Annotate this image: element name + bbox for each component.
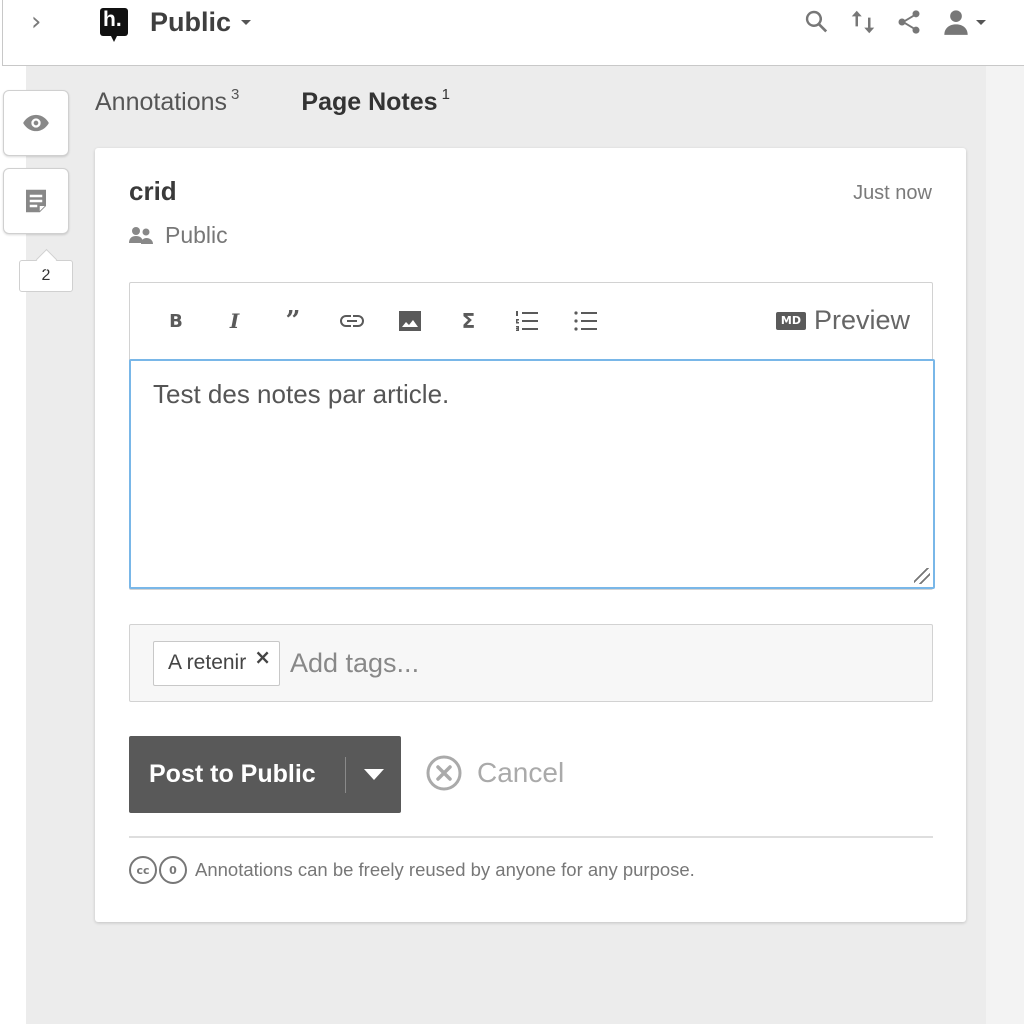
numbered-list-icon[interactable] [509,303,545,339]
top-bar-actions [800,2,990,42]
license-text: Annotations can be freely reused by anyo… [195,859,695,880]
tab-annotations-count: 3 [231,86,240,103]
note-timestamp[interactable]: Just now [853,182,932,205]
creative-commons-icon[interactable]: cc 0 [129,856,187,884]
cc-zero-icon: 0 [159,856,187,884]
group-menu[interactable]: Public [150,4,252,40]
italic-icon[interactable]: I [217,303,253,339]
caret-down-icon [363,769,384,780]
note-text-area[interactable]: Test des notes par article. [129,359,935,589]
note-icon [26,189,46,213]
scrollbar-track[interactable] [986,66,1024,1024]
toggle-highlights-button[interactable] [3,90,69,156]
top-bar: › h. Public [2,0,1024,66]
tab-page-notes[interactable]: Page Notes 1 [301,86,450,117]
user-icon[interactable] [938,5,990,39]
footer-divider [129,836,933,838]
note-text: Test des notes par article. [153,379,450,409]
cancel-label: Cancel [477,757,565,788]
chevron-down-icon [241,19,252,25]
markdown-editor: B I ” Σ MD Preview Test des notes par ar… [129,282,935,590]
collapse-sidebar-button[interactable]: › [31,8,53,38]
preview-button[interactable]: MD Preview [775,305,910,336]
search-icon[interactable] [800,5,834,39]
bold-icon[interactable]: B [158,303,194,339]
post-button-label: Post to Public [149,760,316,788]
tab-page-notes-count: 1 [441,86,450,103]
cancel-circle-icon [426,755,462,791]
show-notes-button[interactable] [3,168,69,234]
tab-annotations[interactable]: Annotations 3 [95,86,240,117]
share-icon[interactable] [892,5,926,39]
markdown-icon: MD [775,311,806,330]
privacy-label: Public [165,222,228,248]
annotation-count-badge[interactable]: 2 [19,260,73,292]
bulleted-list-icon[interactable] [568,303,604,339]
sort-icon[interactable] [846,5,880,39]
group-icon [129,226,153,244]
eye-icon [23,114,49,132]
note-privacy: Public [129,222,228,249]
math-icon[interactable]: Σ [451,303,487,339]
quote-icon[interactable]: ” [275,303,311,339]
image-icon[interactable] [392,303,428,339]
remove-tag-button[interactable]: × [254,645,271,669]
hypothesis-logo[interactable]: h. [100,8,128,36]
tags-input-field[interactable]: A retenir × [129,624,933,702]
page-note-card: crid Just now Public B I ” Σ MD Preview … [95,148,966,922]
add-tags-input[interactable] [289,647,590,679]
note-author[interactable]: crid [129,176,177,207]
license-notice: cc 0 Annotations can be freely reused by… [129,856,695,884]
cancel-button[interactable]: Cancel [425,754,564,792]
tab-annotations-label: Annotations [95,88,228,116]
link-icon[interactable] [334,303,370,339]
group-name: Public [150,6,232,37]
privacy-dropdown-button[interactable] [346,736,401,813]
editor-toolbar: B I ” Σ MD Preview [130,283,932,359]
chevron-down-icon [976,19,986,25]
tag-chip: A retenir × [153,640,280,686]
resize-handle[interactable] [914,568,930,584]
preview-label: Preview [813,305,910,335]
tab-page-notes-label: Page Notes [301,88,438,116]
tag-label: A retenir [168,651,247,674]
post-to-public-button[interactable]: Post to Public [129,736,401,813]
sidebar-tabs: Annotations 3 Page Notes 1 [95,86,450,117]
cc-icon: cc [129,856,157,884]
